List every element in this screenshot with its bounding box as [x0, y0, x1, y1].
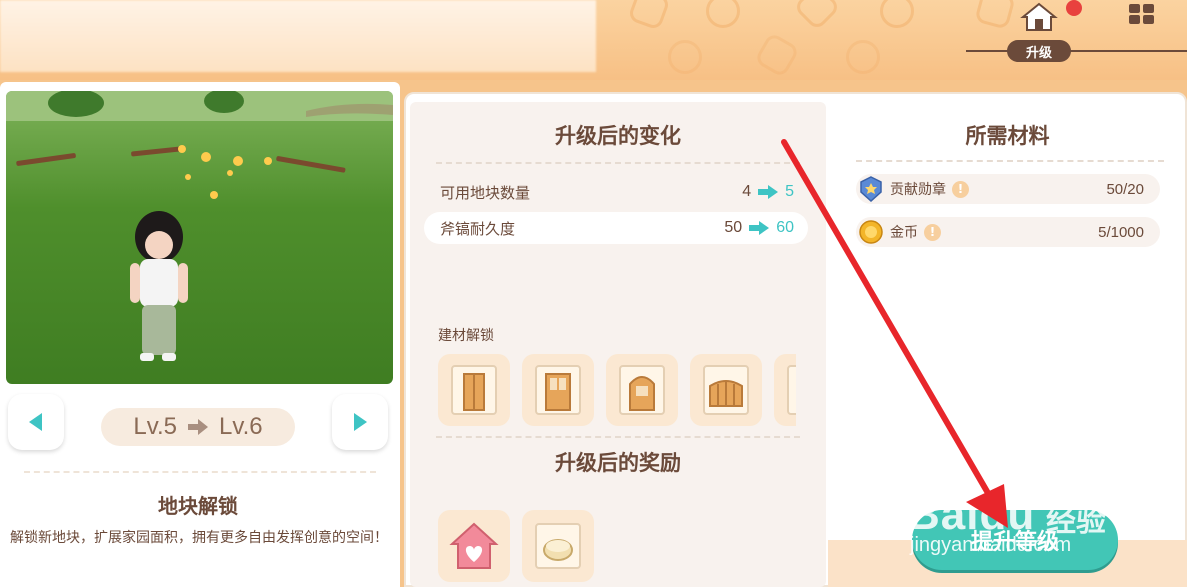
top-bar: 升级	[0, 0, 1187, 80]
material-item[interactable]	[690, 354, 762, 426]
decor-pattern	[627, 0, 671, 31]
grid-icon	[1129, 4, 1154, 24]
decor-pattern	[974, 0, 1016, 30]
home-icon	[1020, 2, 1058, 31]
tab-upgrade[interactable]: 升级	[1007, 40, 1071, 62]
decor-pattern	[792, 0, 842, 32]
left-panel: Lv.5 Lv.6 地块解锁 解锁新地块，扩展家园面积，拥有更多自由发挥创意的空…	[0, 82, 400, 587]
requirement-row-coin: 金币 ! 5/1000	[856, 217, 1160, 247]
stat-label: 可用地块数量	[440, 183, 531, 202]
door-icon	[451, 365, 497, 415]
door-icon	[787, 365, 796, 415]
info-icon[interactable]: !	[952, 180, 969, 198]
changes-title: 升级后的变化	[555, 124, 681, 148]
coin-icon	[856, 220, 886, 244]
stat-from: 4	[742, 183, 752, 200]
upgrade-button[interactable]: 提升等级	[912, 510, 1118, 570]
material-item[interactable]	[606, 354, 678, 426]
arch-door-icon	[619, 365, 665, 415]
door-icon	[535, 365, 581, 415]
scene-preview	[6, 91, 393, 384]
material-item[interactable]	[438, 354, 510, 426]
level-selector: Lv.5 Lv.6	[8, 394, 390, 452]
requirement-row-medal: 贡献勋章 ! 50/20	[856, 174, 1160, 204]
decor-pattern	[753, 31, 801, 79]
decor-pattern	[846, 40, 880, 74]
decor-pattern	[668, 40, 702, 74]
triangle-right-icon	[354, 413, 367, 431]
next-level-button[interactable]	[332, 394, 388, 450]
arrow-right-icon	[757, 184, 779, 200]
reward-item[interactable]	[438, 510, 510, 582]
reward-title: 升级后的奖励	[555, 451, 681, 475]
fence-icon	[703, 365, 749, 415]
materials-strip[interactable]	[438, 354, 796, 430]
requirement-name: 金币	[890, 225, 918, 241]
requirement-qty: 5/1000	[1098, 223, 1144, 241]
avatar-character	[130, 211, 188, 361]
prev-level-button[interactable]	[8, 394, 64, 450]
level-display: Lv.5 Lv.6	[101, 408, 295, 446]
requirements-title: 所需材料	[965, 124, 1050, 148]
divider	[856, 160, 1164, 162]
blurred-header-area	[0, 0, 596, 72]
stat-from: 50	[724, 219, 743, 236]
unlock-title: 地块解锁	[158, 494, 238, 518]
medal-icon	[856, 176, 886, 202]
tab-underline	[966, 50, 1187, 52]
stat-to: 5	[785, 183, 794, 200]
stat-label: 斧镐耐久度	[440, 219, 516, 238]
level-to: Lv.6	[219, 413, 263, 440]
sparkles	[178, 145, 272, 199]
reward-item[interactable]	[522, 510, 594, 582]
stat-row-plots: 可用地块数量 4 5	[424, 176, 808, 208]
arrow-right-icon	[748, 220, 770, 236]
blueprint-icon	[535, 523, 581, 569]
stat-row-durability: 斧镐耐久度 50 60	[424, 212, 808, 244]
notification-dot	[1066, 0, 1082, 16]
unlock-description: 解锁新地块，扩展家园面积，拥有更多自由发挥创意的空间！	[10, 530, 388, 546]
divider	[436, 436, 800, 438]
triangle-left-icon	[29, 413, 42, 431]
material-item[interactable]	[774, 354, 796, 426]
home-button[interactable]	[1016, 0, 1062, 34]
level-from: Lv.5	[133, 413, 177, 440]
arrow-right-icon	[188, 419, 208, 435]
heart-house-icon	[449, 522, 499, 569]
info-icon[interactable]: !	[924, 223, 941, 241]
divider	[24, 471, 376, 473]
materials-unlock-label: 建材解锁	[438, 328, 494, 344]
material-item[interactable]	[522, 354, 594, 426]
layout-button[interactable]	[1124, 0, 1160, 28]
divider	[436, 162, 800, 164]
requirement-name: 贡献勋章	[890, 182, 946, 198]
decor-pattern	[706, 0, 740, 28]
requirement-qty: 50/20	[1106, 180, 1144, 198]
scene-illustration	[6, 91, 393, 361]
decor-pattern	[880, 0, 914, 28]
stat-to: 60	[776, 219, 794, 236]
